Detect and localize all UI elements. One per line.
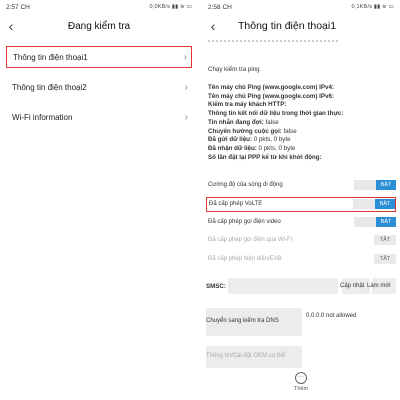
info-value: false <box>281 127 297 135</box>
smsc-input[interactable] <box>228 278 338 294</box>
chevron-right-icon: › <box>184 81 188 93</box>
toggle-state: BẬT <box>375 199 395 209</box>
info-label: Đã gửi dữ liệu: <box>208 136 253 144</box>
info-label: Đã nhận dữ liệu: <box>208 144 257 152</box>
toggle-track <box>354 216 376 227</box>
status-icons: 0,1KB/s ▮▮ ≋ ▭ <box>351 4 394 10</box>
menu-item-phone-info-2[interactable]: Thông tin điện thoại2 › <box>6 76 192 98</box>
left-screen: 2:57 CH 0,0KB/s ▮▮ ≋ ▭ ‹ Đang kiểm tra T… <box>0 0 198 400</box>
toggle-switch[interactable]: BẬT <box>353 199 395 209</box>
menu-item-wifi-info[interactable]: Wi-Fi information › <box>6 106 192 128</box>
toggle-state: TẮT <box>374 235 396 245</box>
toggle-label: Đã cấp phép VoLTE <box>209 201 263 207</box>
info-line: Tên máy chủ Ping (www.google.com) IPv4: <box>208 84 334 91</box>
toggle-row: Cường độ của sóng di động BẬT <box>206 178 396 191</box>
toggle-state: BẬT <box>376 216 396 227</box>
info-line: Thông tin kết nối dữ liệu trong thời gia… <box>208 110 344 118</box>
back-arrow-icon[interactable]: ‹ <box>206 14 220 38</box>
info-line: Đã nhận dữ liệu: 0 pkts, 0 byte <box>208 145 295 152</box>
toggle-track <box>354 179 376 190</box>
chevron-right-icon: › <box>184 111 188 123</box>
toggle-row: Đã cấp phép hiện diện/EAB TẮT <box>206 252 396 265</box>
menu-item-label: Thông tin điện thoại1 <box>13 52 88 62</box>
info-value: false <box>263 118 279 126</box>
dns-check-label: Chuyển sang kiểm tra DNS <box>206 318 279 324</box>
smsc-update-label: Làm mới <box>367 283 391 289</box>
dns-value: 0.0.0.0 not allowed <box>306 313 357 319</box>
toggle-switch[interactable]: TẮT <box>366 235 396 245</box>
menu-item-label: Wi-Fi information <box>12 112 73 122</box>
info-label: Chuyển hướng cuộc gọi: <box>208 127 282 135</box>
info-label: Tin nhắn đang đợi: <box>208 118 264 126</box>
info-value: 0 pkts, 0 byte <box>256 144 296 152</box>
chevron-right-icon: › <box>183 51 187 63</box>
smsc-field: SMSC: Cập nhật Làm mới <box>206 278 396 294</box>
info-line: Số lần đặt lại PPP kể từ khi khởi động: <box>208 153 322 161</box>
info-line: Chuyển hướng cuộc gọi: false <box>208 128 297 135</box>
toggle-track <box>366 235 374 245</box>
toggle-row: Đã cấp phép VoLTE BẬT <box>206 196 396 212</box>
status-time: 2:57 CH <box>6 3 30 11</box>
status-bar: 2:57 CH 0,0KB/s ▮▮ ≋ ▭ <box>0 0 198 14</box>
info-line: Tên máy chủ Ping (www.google.com) IPv6: <box>208 92 334 100</box>
toggle-track <box>353 199 375 209</box>
more-button[interactable]: ··· Thêm <box>286 372 316 392</box>
info-line: Đã gửi dữ liệu: 0 pkts, 0 byte <box>208 136 291 143</box>
back-arrow-icon[interactable]: ‹ <box>4 14 18 38</box>
info-value: 0 pkts, 0 byte <box>252 136 291 144</box>
scrolled-content-edge <box>208 40 338 46</box>
info-line: Kiểm tra máy khách HTTP: <box>208 101 287 109</box>
toggle-label: Đã cấp phép gọi điện qua Wi-Fi <box>208 237 293 243</box>
status-icons: 0,0KB/s ▮▮ ≋ ▭ <box>149 4 192 10</box>
toggle-row: Đã cấp phép gọi điện video BẬT <box>206 215 396 228</box>
toggle-label: Đã cấp phép gọi điện video <box>208 218 281 225</box>
menu-item-label: Thông tin điện thoại2 <box>12 82 87 92</box>
toggle-switch[interactable]: TẮT <box>366 253 396 264</box>
toggle-state: TẮT <box>374 253 396 264</box>
header: ‹ Thông tin điện thoại1 <box>202 14 400 38</box>
oem-settings-label: Thông tin/Cài đặt OEM cụ thể <box>206 353 286 359</box>
toggle-label: Cường độ của sóng di động <box>208 181 283 188</box>
toggle-row: Đã cấp phép gọi điện qua Wi-Fi TẮT <box>206 234 396 247</box>
info-line: Tin nhắn đang đợi: false <box>208 119 279 126</box>
menu-item-phone-info-1[interactable]: Thông tin điện thoại1 › <box>6 46 192 68</box>
page-title: Thông tin điện thoại1 <box>238 20 337 32</box>
toggle-track <box>366 253 374 264</box>
more-label: Thêm <box>293 386 309 392</box>
smsc-label: SMSC: <box>206 282 226 290</box>
status-bar: 2:58 CH 0,1KB/s ▮▮ ≋ ▭ <box>202 0 400 14</box>
header: ‹ Đang kiểm tra <box>0 14 198 38</box>
toggle-state: BẬT <box>376 179 396 190</box>
right-screen: 2:58 CH 0,1KB/s ▮▮ ≋ ▭ ‹ Thông tin điện … <box>202 0 400 400</box>
page-title: Đang kiểm tra <box>67 20 131 32</box>
more-dots-icon: ··· <box>295 372 307 384</box>
status-time: 2:58 CH <box>208 3 232 11</box>
run-ping-test-button[interactable]: Chạy kiểm tra ping <box>208 66 260 73</box>
toggle-switch[interactable]: BẬT <box>354 179 396 190</box>
smsc-refresh-label: Cập nhật <box>340 283 365 289</box>
toggle-label: Đã cấp phép hiện diện/EAB <box>208 255 282 262</box>
toggle-switch[interactable]: BẬT <box>354 216 396 227</box>
